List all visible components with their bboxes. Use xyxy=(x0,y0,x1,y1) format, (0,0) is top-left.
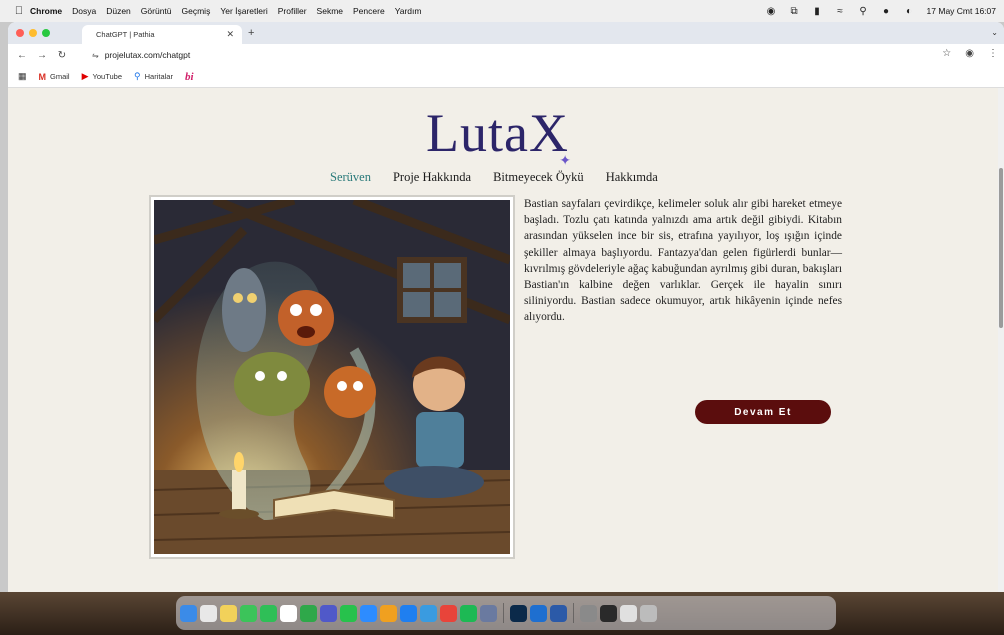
battery-icon[interactable]: ▮ xyxy=(812,6,823,17)
profile-icon[interactable]: ◉ xyxy=(965,48,974,59)
close-tab-icon[interactable]: ✕ xyxy=(226,29,234,40)
illustration-art xyxy=(154,200,510,554)
page-scrollbar[interactable] xyxy=(998,88,1004,592)
youtube-icon: ▶ xyxy=(81,71,89,81)
messages-icon[interactable] xyxy=(240,604,257,622)
zoom-icon[interactable] xyxy=(360,604,377,622)
safari-icon[interactable] xyxy=(420,604,437,622)
record-icon[interactable]: ◉ xyxy=(766,6,777,17)
menubar-clock[interactable]: 17 May Cmt 16:07 xyxy=(927,6,996,16)
nav-item-proje-hakkinda[interactable]: Proje Hakkında xyxy=(393,170,471,185)
bookmark-gmail[interactable]: M Gmail xyxy=(39,72,70,82)
browser-window: ChatGPT | Pathia ✕ + ⌄ ← → ↻ ⇋ projeluta… xyxy=(8,22,1004,592)
finder-icon[interactable] xyxy=(180,604,197,622)
minimize-window-icon[interactable] xyxy=(29,29,37,37)
bookmark-youtube[interactable]: ▶ YouTube xyxy=(82,71,122,82)
bookmark-star-icon[interactable]: ☆ xyxy=(942,48,951,59)
dock-separator xyxy=(503,603,504,623)
address-bar[interactable]: ⇋ projelutax.com/chatgpt xyxy=(88,47,918,63)
story-paragraph: Bastian sayfaları çevirdikçe, kelimeler … xyxy=(524,198,842,324)
nav-item-seruven[interactable]: Serüven xyxy=(330,170,371,185)
gmail-icon: M xyxy=(38,71,47,82)
bookmark-label: YouTube xyxy=(92,72,123,81)
close-window-icon[interactable] xyxy=(16,29,24,37)
new-tab-icon[interactable]: + xyxy=(248,27,254,39)
teams-icon[interactable] xyxy=(320,604,337,622)
chrome-icon[interactable] xyxy=(440,604,457,622)
whatsapp-icon[interactable] xyxy=(340,604,357,622)
sparkle-icon: ✦ xyxy=(559,154,572,169)
bookmark-label: Gmail xyxy=(50,72,70,81)
photoshop-icon[interactable] xyxy=(510,604,527,622)
tab-title: ChatGPT | Pathia xyxy=(96,30,155,39)
nav-item-bitmeyecek-oyku[interactable]: Bitmeyecek Öykü xyxy=(493,170,584,185)
url-text[interactable]: projelutax.com/chatgpt xyxy=(105,50,191,60)
maps-icon: ⚲ xyxy=(134,71,141,81)
calendar-icon[interactable] xyxy=(280,604,297,622)
menu-item-profiller[interactable]: Profiller xyxy=(278,6,307,16)
forward-icon[interactable]: → xyxy=(32,50,52,61)
siri-icon[interactable]: ◐ xyxy=(904,6,915,17)
preview-icon[interactable] xyxy=(480,604,497,622)
site-info-icon[interactable]: ⇋ xyxy=(92,51,99,60)
appstore-icon[interactable] xyxy=(400,604,417,622)
word-icon[interactable] xyxy=(550,604,567,622)
photos-icon[interactable] xyxy=(600,604,617,622)
tab-bar: ChatGPT | Pathia ✕ + ⌄ xyxy=(8,22,1004,44)
site-logo[interactable]: LutaX ✦ xyxy=(426,102,576,169)
nav-item-hakkimda[interactable]: Hakkımda xyxy=(606,170,658,185)
spotify-icon[interactable] xyxy=(460,604,477,622)
launchpad-icon[interactable] xyxy=(200,604,217,622)
bi-icon: bi xyxy=(184,70,194,83)
user-switch-icon[interactable]: ● xyxy=(881,6,892,17)
desktop:  Chrome Dosya Düzen Görüntü Geçmiş Yer … xyxy=(0,0,1004,635)
spotlight-icon[interactable]: ⚲ xyxy=(858,6,869,17)
menu-item-yardim[interactable]: Yardım xyxy=(395,6,422,16)
site-nav: Serüven Proje Hakkında Bitmeyecek Öykü H… xyxy=(330,170,658,185)
story-illustration xyxy=(149,195,515,559)
web-page: LutaX ✦ Serüven Proje Hakkında Bitmeyece… xyxy=(8,88,998,592)
reload-icon[interactable]: ↻ xyxy=(52,50,72,61)
screen-mirror-icon[interactable]: ⧉ xyxy=(789,6,800,17)
folder-icon[interactable] xyxy=(620,604,637,622)
trash-icon[interactable] xyxy=(640,604,657,622)
bookmarks-bar: ▦ M Gmail ▶ YouTube ⚲ Haritalar bi xyxy=(8,66,1004,88)
bookmark-haritalar[interactable]: ⚲ Haritalar xyxy=(134,71,173,82)
menu-item-yer-isaretleri[interactable]: Yer İşaretleri xyxy=(220,6,267,16)
numbers-icon[interactable] xyxy=(300,604,317,622)
apps-grid-icon[interactable]: ▦ xyxy=(18,71,27,82)
bookmark-bi[interactable]: bi xyxy=(185,71,194,83)
back-icon[interactable]: ← xyxy=(12,50,32,61)
help-icon[interactable] xyxy=(580,604,597,622)
menu-item-gecmis[interactable]: Geçmiş xyxy=(182,6,211,16)
menu-app-name[interactable]: Chrome xyxy=(30,6,62,16)
facetime-icon[interactable] xyxy=(260,604,277,622)
menu-item-sekme[interactable]: Sekme xyxy=(317,6,343,16)
zoom-window-icon[interactable] xyxy=(42,29,50,37)
dock-separator xyxy=(573,603,574,623)
browser-tab[interactable]: ChatGPT | Pathia ✕ xyxy=(82,25,242,44)
toolbar: ← → ↻ ⇋ projelutax.com/chatgpt ☆ ◉ ⋮ xyxy=(8,44,1004,66)
macos-dock xyxy=(176,596,836,630)
wifi-icon[interactable]: ≈ xyxy=(835,6,846,17)
pages-icon[interactable] xyxy=(380,604,397,622)
kebab-menu-icon[interactable]: ⋮ xyxy=(988,48,998,59)
menu-item-pencere[interactable]: Pencere xyxy=(353,6,385,16)
tab-search-icon[interactable]: ⌄ xyxy=(991,28,998,37)
bookmark-label: Haritalar xyxy=(144,72,173,81)
outlook-icon[interactable] xyxy=(530,604,547,622)
scrollbar-thumb[interactable] xyxy=(999,168,1003,328)
logo-text: LutaX xyxy=(426,103,569,163)
macos-menu-bar:  Chrome Dosya Düzen Görüntü Geçmiş Yer … xyxy=(0,0,1004,22)
devam-et-button[interactable]: Devam Et xyxy=(695,400,831,424)
apple-icon[interactable]:  xyxy=(8,5,30,17)
menu-item-duzen[interactable]: Düzen xyxy=(106,6,131,16)
menu-item-dosya[interactable]: Dosya xyxy=(72,6,96,16)
notes-icon[interactable] xyxy=(220,604,237,622)
menu-item-goruntu[interactable]: Görüntü xyxy=(141,6,172,16)
